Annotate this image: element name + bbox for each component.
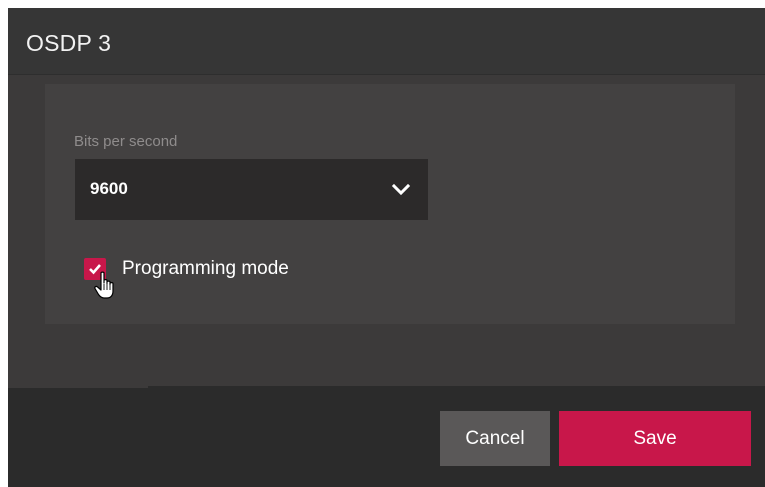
cancel-button[interactable]: Cancel bbox=[440, 411, 550, 466]
bits-per-second-value: 9600 bbox=[90, 179, 128, 198]
settings-panel: Bits per second 9600 Programming mode bbox=[45, 84, 735, 324]
bits-per-second-select[interactable]: 9600 bbox=[75, 159, 428, 220]
dialog-header: OSDP 3 bbox=[8, 8, 765, 75]
chevron-down-icon bbox=[391, 183, 411, 196]
hand-pointer-cursor-icon bbox=[94, 271, 114, 299]
bits-per-second-label: Bits per second bbox=[74, 133, 178, 150]
dialog-footer: Cancel Save bbox=[8, 386, 765, 487]
programming-mode-label: Programming mode bbox=[122, 258, 289, 279]
dialog-title: OSDP 3 bbox=[26, 30, 112, 56]
osdp-settings-dialog: OSDP 3 Bits per second 9600 Programming … bbox=[8, 8, 765, 487]
footer-divider bbox=[8, 386, 148, 388]
dialog-body: Bits per second 9600 Programming mode bbox=[8, 75, 765, 386]
save-button[interactable]: Save bbox=[559, 411, 751, 466]
